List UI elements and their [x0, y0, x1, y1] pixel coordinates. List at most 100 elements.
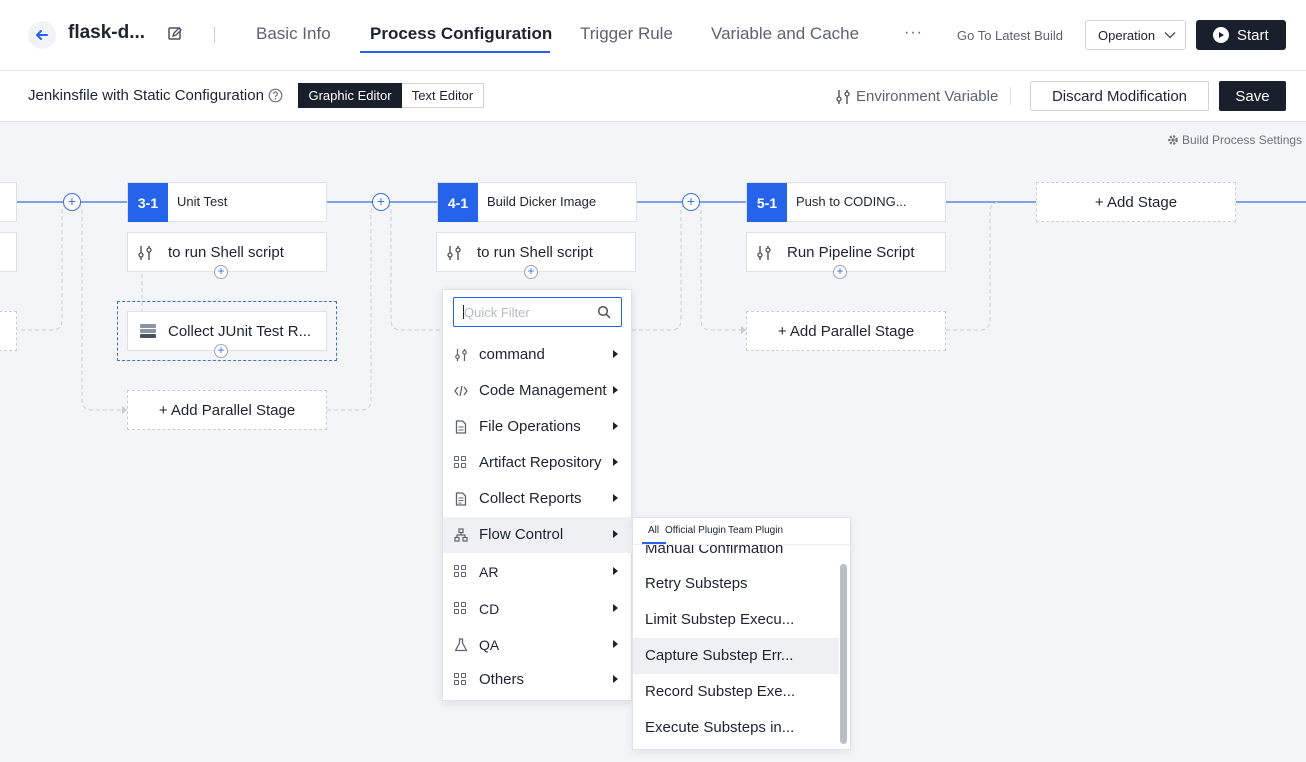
play-icon [1213, 27, 1229, 43]
submenu-item-limit-substep[interactable]: Limit Substep Execu... [633, 602, 839, 638]
add-step-button[interactable]: + [214, 265, 228, 279]
project-title: flask-d... [68, 22, 146, 43]
menu-item-label: Flow Control [479, 526, 564, 543]
grid-icon [454, 673, 466, 685]
tab-official-plugin[interactable]: Official Plugin [665, 525, 726, 536]
save-button[interactable]: Save [1219, 81, 1286, 111]
jenkinsfile-label: Jenkinsfile with Static Configuration [28, 87, 264, 104]
environment-variable-button[interactable]: Environment Variable [856, 88, 998, 105]
menu-item-label: Artifact Repository [479, 454, 602, 471]
submenu-item-label: Execute Substeps in... [645, 719, 795, 736]
back-button[interactable] [28, 21, 56, 49]
tab-basic-info[interactable]: Basic Info [256, 24, 331, 44]
stage-number: 5-1 [747, 183, 787, 222]
add-parallel-stage-button[interactable]: + Add Parallel Stage [746, 311, 946, 351]
insert-stage-button[interactable]: + [372, 193, 390, 211]
stage-name: Build Dicker Image [487, 194, 597, 209]
add-step-button[interactable]: + [214, 344, 228, 358]
sliders-icon [447, 246, 461, 260]
insert-stage-button[interactable]: + [63, 193, 81, 211]
quick-filter-input[interactable]: Quick Filter [453, 297, 622, 327]
tab-process-configuration[interactable]: Process Configuration [370, 24, 552, 44]
prev-add-parallel-stage[interactable] [0, 311, 17, 351]
text-caret [463, 305, 464, 319]
step-card-collect-junit[interactable]: Collect JUnit Test R... [127, 311, 327, 351]
menu-item-ar[interactable]: AR [443, 554, 633, 590]
sliders-icon [836, 90, 850, 104]
insert-stage-button[interactable]: + [682, 193, 700, 211]
add-step-button[interactable]: + [833, 265, 847, 279]
start-label: Start [1237, 26, 1269, 44]
stage-card-build-image[interactable]: 4-1 Build Dicker Image [437, 182, 637, 222]
menu-item-label: CD [479, 601, 500, 617]
grid-icon [454, 565, 466, 577]
add-step-button[interactable]: + [524, 265, 538, 279]
edit-icon[interactable] [167, 26, 183, 42]
chevron-down-icon [1164, 32, 1176, 39]
sliders-icon [138, 246, 152, 260]
go-to-latest-build-link[interactable]: Go To Latest Build [957, 28, 1063, 43]
menu-item-cd[interactable]: CD [443, 591, 633, 627]
flow-control-submenu: Manual Confirmation Retry Substeps Limit… [632, 517, 851, 750]
submenu-item-record-substep[interactable]: Record Substep Exe... [633, 674, 839, 710]
plugin-filter-tabs: All Official Plugin Team Plugin [633, 518, 850, 545]
caret-right-icon [613, 422, 618, 430]
step-card-shell-script[interactable]: to run Shell script [127, 232, 327, 272]
add-parallel-stage-button[interactable]: + Add Parallel Stage [127, 390, 327, 430]
prev-stage-card[interactable] [0, 182, 17, 222]
step-name: to run Shell script [168, 244, 284, 261]
arrow-left-icon [36, 30, 48, 40]
step-name: Run Pipeline Script [787, 244, 915, 261]
menu-item-label: AR [479, 564, 499, 580]
menu-item-qa[interactable]: QA [443, 627, 633, 663]
submenu-item-label: Limit Substep Execu... [645, 611, 795, 628]
step-card-shell-script[interactable]: to run Shell script [436, 232, 636, 272]
stage-number: 4-1 [438, 183, 478, 222]
caret-right-icon [613, 604, 618, 612]
menu-item-label: Others [479, 671, 525, 688]
tab-trigger-rule[interactable]: Trigger Rule [580, 24, 673, 44]
stage-card-push[interactable]: 5-1 Push to CODING... [746, 182, 946, 222]
graphic-editor-toggle[interactable]: Graphic Editor [298, 83, 402, 108]
menu-item-label: command [479, 346, 545, 363]
tab-team-plugin[interactable]: Team Plugin [728, 525, 783, 536]
stage-name: Push to CODING... [796, 194, 907, 209]
menu-item-file-operations[interactable]: File Operations [443, 409, 633, 445]
tab-variable-and-cache[interactable]: Variable and Cache [711, 24, 859, 44]
submenu-item-capture-substep[interactable]: Capture Substep Err... [633, 638, 839, 674]
report-icon [455, 492, 467, 506]
stage-number: 3-1 [128, 183, 168, 222]
menu-item-artifact-repository[interactable]: Artifact Repository [443, 445, 633, 481]
menu-item-label: QA [479, 637, 500, 653]
caret-right-icon [613, 675, 618, 683]
text-editor-toggle[interactable]: Text Editor [402, 83, 484, 108]
step-type-menu: Quick Filter command Code Management Fil… [442, 289, 633, 701]
toolbar-divider [1010, 87, 1011, 105]
menu-item-command[interactable]: command [443, 337, 633, 373]
more-tabs-button[interactable]: ··· [904, 24, 923, 42]
help-icon[interactable] [268, 88, 283, 103]
search-icon [597, 305, 611, 319]
flask-icon [454, 638, 468, 652]
step-card-pipeline-script[interactable]: Run Pipeline Script [746, 232, 946, 272]
tab-all[interactable]: All [648, 525, 659, 536]
menu-item-collect-reports[interactable]: Collect Reports [443, 481, 633, 517]
submenu-scrollbar[interactable] [840, 564, 847, 744]
menu-item-code-management[interactable]: Code Management [443, 373, 633, 409]
submenu-item-retry-substeps[interactable]: Retry Substeps [633, 566, 839, 602]
discard-modification-button[interactable]: Discard Modification [1030, 81, 1209, 111]
menu-item-others[interactable]: Others [443, 662, 633, 698]
sliders-icon [757, 246, 771, 260]
add-stage-button[interactable]: + Add Stage [1036, 182, 1236, 222]
menu-item-flow-control[interactable]: Flow Control [443, 517, 633, 553]
code-icon [454, 385, 468, 397]
operation-dropdown[interactable]: Operation [1085, 20, 1186, 50]
prev-step-card[interactable] [0, 232, 17, 272]
top-header: flask-d... Basic Info Process Configurat… [0, 0, 1306, 71]
start-button[interactable]: Start [1196, 20, 1286, 50]
caret-right-icon [613, 350, 618, 358]
submenu-item-label: Retry Substeps [645, 575, 748, 592]
stage-card-unit-test[interactable]: 3-1 Unit Test [127, 182, 327, 222]
editor-toolbar: Jenkinsfile with Static Configuration Gr… [0, 71, 1306, 122]
submenu-item-execute-substeps[interactable]: Execute Substeps in... [633, 710, 839, 746]
